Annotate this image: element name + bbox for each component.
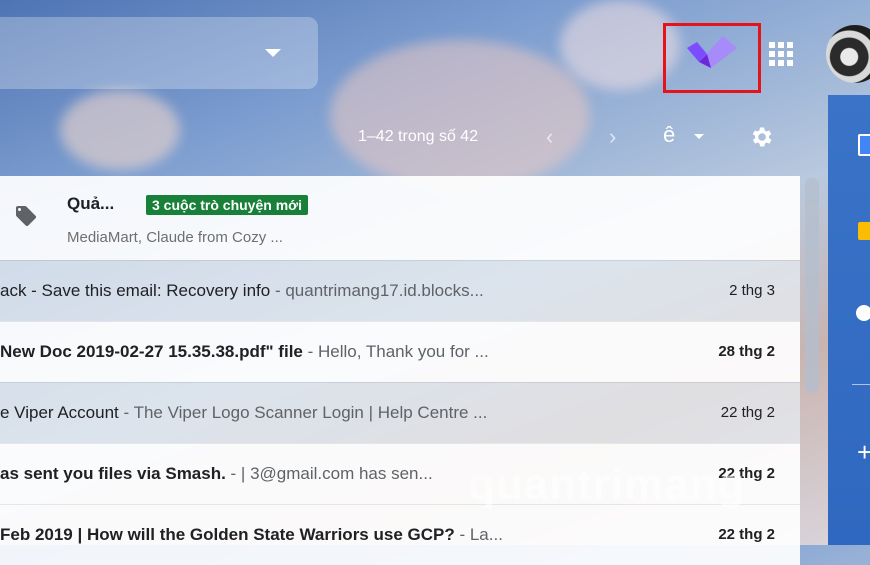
email-subject: as sent you files via Smash.: [0, 464, 226, 483]
email-snippet: - The Viper Logo Scanner Login | Help Ce…: [118, 403, 488, 422]
email-text: New Doc 2019-02-27 15.35.38.pdf" file - …: [0, 342, 640, 362]
email-row[interactable]: ack - Save this email: Recovery info - q…: [0, 260, 800, 321]
apps-grid-icon[interactable]: [769, 42, 793, 66]
email-date: 22 thg 2: [718, 526, 775, 543]
promotions-title: Quả...: [67, 194, 115, 213]
scrollbar[interactable]: [805, 178, 819, 393]
email-date: 28 thg 2: [718, 343, 775, 360]
promotions-row[interactable]: Quả... 3 cuộc trò chuyện mới MediaMart, …: [0, 176, 800, 260]
divider: [852, 384, 870, 385]
email-snippet: - La...: [454, 525, 503, 544]
email-subject: Feb 2019 | How will the Golden State War…: [0, 525, 455, 544]
pagination-text: 1–42 trong số 42: [358, 128, 479, 145]
email-snippet: - | 3@gmail.com has sen...: [225, 464, 433, 483]
promotions-senders: MediaMart, Claude from Cozy ...: [67, 229, 283, 246]
background-blossom: [560, 0, 680, 90]
email-date: 22 thg 2: [720, 404, 775, 421]
avatar[interactable]: [826, 25, 870, 83]
tag-icon: [16, 206, 36, 227]
email-subject: e Viper Account: [0, 403, 119, 422]
email-text: ack - Save this email: Recovery info - q…: [0, 281, 640, 301]
chevron-down-icon[interactable]: [694, 134, 704, 139]
check-logo-icon[interactable]: [685, 32, 739, 68]
email-text: e Viper Account - The Viper Logo Scanner…: [0, 403, 640, 423]
new-conversations-badge: 3 cuộc trò chuyện mới: [146, 195, 308, 215]
search-options-caret-icon[interactable]: [265, 49, 281, 57]
email-row[interactable]: Feb 2019 | How will the Golden State War…: [0, 504, 800, 565]
email-snippet: - Hello, Thank you for ...: [302, 342, 489, 361]
email-subject: ack - Save this email: Recovery info: [0, 281, 271, 300]
gear-icon[interactable]: [748, 124, 774, 150]
background-blossom: [330, 40, 590, 190]
input-tools-button[interactable]: ê: [663, 122, 675, 148]
background-blossom: [60, 90, 180, 170]
calendar-icon[interactable]: [858, 134, 870, 156]
keep-icon[interactable]: [858, 222, 870, 240]
chevron-left-icon[interactable]: ‹: [546, 124, 553, 150]
email-text: Feb 2019 | How will the Golden State War…: [0, 525, 640, 545]
email-snippet: - quantrimang17.id.blocks...: [270, 281, 484, 300]
watermark: quantrimang: [468, 460, 746, 509]
email-date: 2 thg 3: [729, 282, 775, 299]
tasks-icon[interactable]: [856, 305, 870, 321]
email-subject: New Doc 2019-02-27 15.35.38.pdf" file: [0, 342, 303, 361]
email-row[interactable]: New Doc 2019-02-27 15.35.38.pdf" file - …: [0, 321, 800, 382]
add-addon-icon[interactable]: +: [857, 437, 870, 468]
email-row[interactable]: e Viper Account - The Viper Logo Scanner…: [0, 382, 800, 443]
chevron-right-icon[interactable]: ›: [609, 124, 616, 150]
